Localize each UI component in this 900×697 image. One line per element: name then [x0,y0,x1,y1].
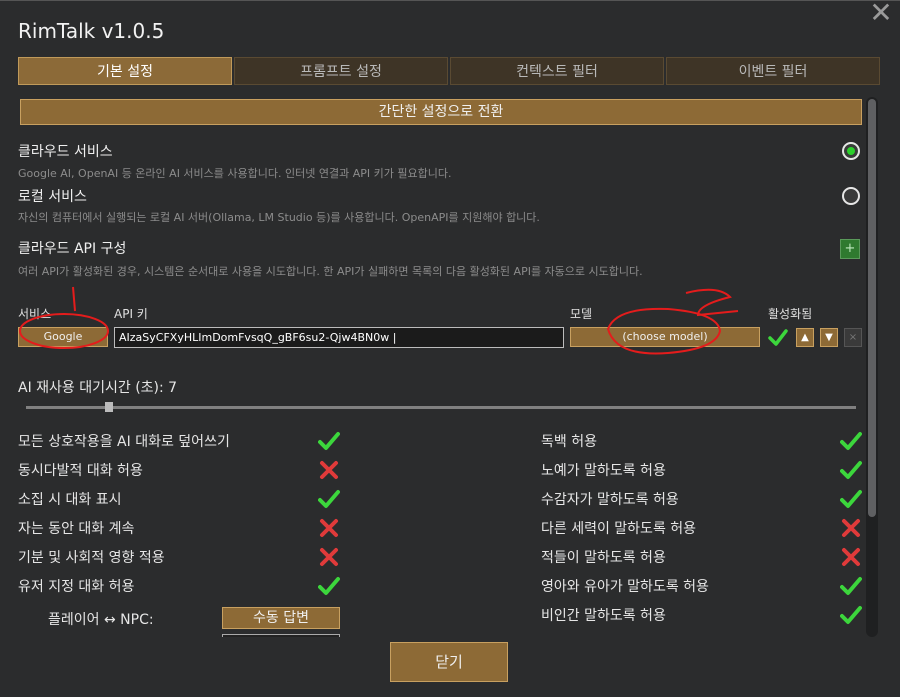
local-service-desc: 자신의 컴퓨터에서 실행되는 로컬 AI 서버(Ollama, LM Studi… [18,211,540,224]
left-option-label: 기분 및 사회적 영향 적용 [18,550,165,566]
cooldown-slider-track[interactable] [26,406,856,409]
window-title: RimTalk v1.0.5 [18,19,165,43]
annotation-circle-1 [19,286,109,349]
manual-response-button[interactable]: 수동 답변 [222,607,340,629]
right-option-label: 영아와 유아가 말하도록 허용 [541,579,709,595]
right-option-label: 수감자가 말하도록 허용 [541,492,679,508]
check-icon[interactable] [840,430,862,452]
left-option-label: 유저 지정 대화 허용 [18,579,135,595]
api-key-column-label: API 키 [114,307,148,321]
cross-icon[interactable] [318,517,340,539]
check-icon[interactable] [318,430,340,452]
cross-icon[interactable] [840,517,862,539]
scrollbar-thumb[interactable] [868,99,876,517]
api-enabled-check-icon[interactable] [768,327,788,347]
left-option-label: 동시다발적 대화 허용 [18,463,143,479]
model-column-label: 모델 [570,307,593,321]
cloud-api-config-title: 클라우드 API 구성 [18,241,127,257]
check-icon[interactable] [840,488,862,510]
switch-simple-mode-button[interactable]: 간단한 설정으로 전환 [20,99,862,125]
local-service-radio[interactable] [842,187,860,205]
right-option-label: 노예가 말하도록 허용 [541,463,666,479]
check-icon[interactable] [840,604,862,626]
tab-bar: 기본 설정 프롬프트 설정 컨텍스트 필터 이벤트 필터 [18,57,880,87]
api-key-input[interactable]: AIzaSyCFXyHLImDomFvsqQ_gBF6su2-Qjw4BN0w … [114,327,564,348]
cloud-service-desc: Google AI, OpenAI 등 온라인 AI 서비스를 사용합니다. 인… [18,167,452,180]
check-icon[interactable] [840,459,862,481]
add-api-button[interactable]: + [840,239,860,259]
player-npc-label: 플레이어 ↔ NPC: [48,612,154,628]
cross-icon[interactable] [318,459,340,481]
move-up-button[interactable]: ▲ [796,328,814,347]
right-option-label: 비인간 말하도록 허용 [541,608,666,624]
left-option-label: 모든 상호작용을 AI 대화로 덮어쓰기 [18,434,230,450]
remove-api-button[interactable]: × [844,328,862,347]
left-option-label: 소집 시 대화 표시 [18,492,122,508]
close-button[interactable]: 닫기 [390,642,508,682]
right-option-label: 독백 허용 [541,434,597,450]
cloud-service-title: 클라우드 서비스 [18,144,113,160]
tab-context-filter[interactable]: 컨텍스트 필터 [450,57,664,85]
partial-dropdown[interactable] [222,634,340,637]
tab-prompt-settings[interactable]: 프롬프트 설정 [234,57,448,85]
cooldown-label: AI 재사용 대기시간 (초): 7 [18,380,178,396]
cross-icon[interactable] [840,546,862,568]
check-icon[interactable] [318,488,340,510]
tab-event-filter[interactable]: 이벤트 필터 [666,57,880,85]
tab-basic-settings[interactable]: 기본 설정 [18,57,232,85]
cooldown-slider-thumb[interactable] [105,402,113,412]
right-option-label: 적들이 말하도록 허용 [541,550,666,566]
cloud-api-config-desc: 여러 API가 활성화된 경우, 시스템은 순서대로 사용을 시도합니다. 한 … [18,265,643,278]
cross-icon[interactable] [318,546,340,568]
annotation-circle-2 [606,288,739,355]
right-option-label: 다른 세력이 말하도록 허용 [541,521,697,537]
local-service-title: 로컬 서비스 [18,189,87,205]
check-icon[interactable] [318,575,340,597]
left-option-label: 자는 동안 대화 계속 [18,521,135,537]
check-icon[interactable] [840,575,862,597]
enabled-column-label: 활성화됨 [768,307,813,321]
close-icon[interactable]: ✕ [868,0,894,27]
settings-panel: 간단한 설정으로 전환 클라우드 서비스 Google AI, OpenAI 등… [18,87,868,637]
settings-dialog: RimTalk v1.0.5 ✕ 기본 설정 프롬프트 설정 컨텍스트 필터 이… [0,0,900,697]
cloud-service-radio[interactable] [842,142,860,160]
move-down-button[interactable]: ▼ [820,328,838,347]
